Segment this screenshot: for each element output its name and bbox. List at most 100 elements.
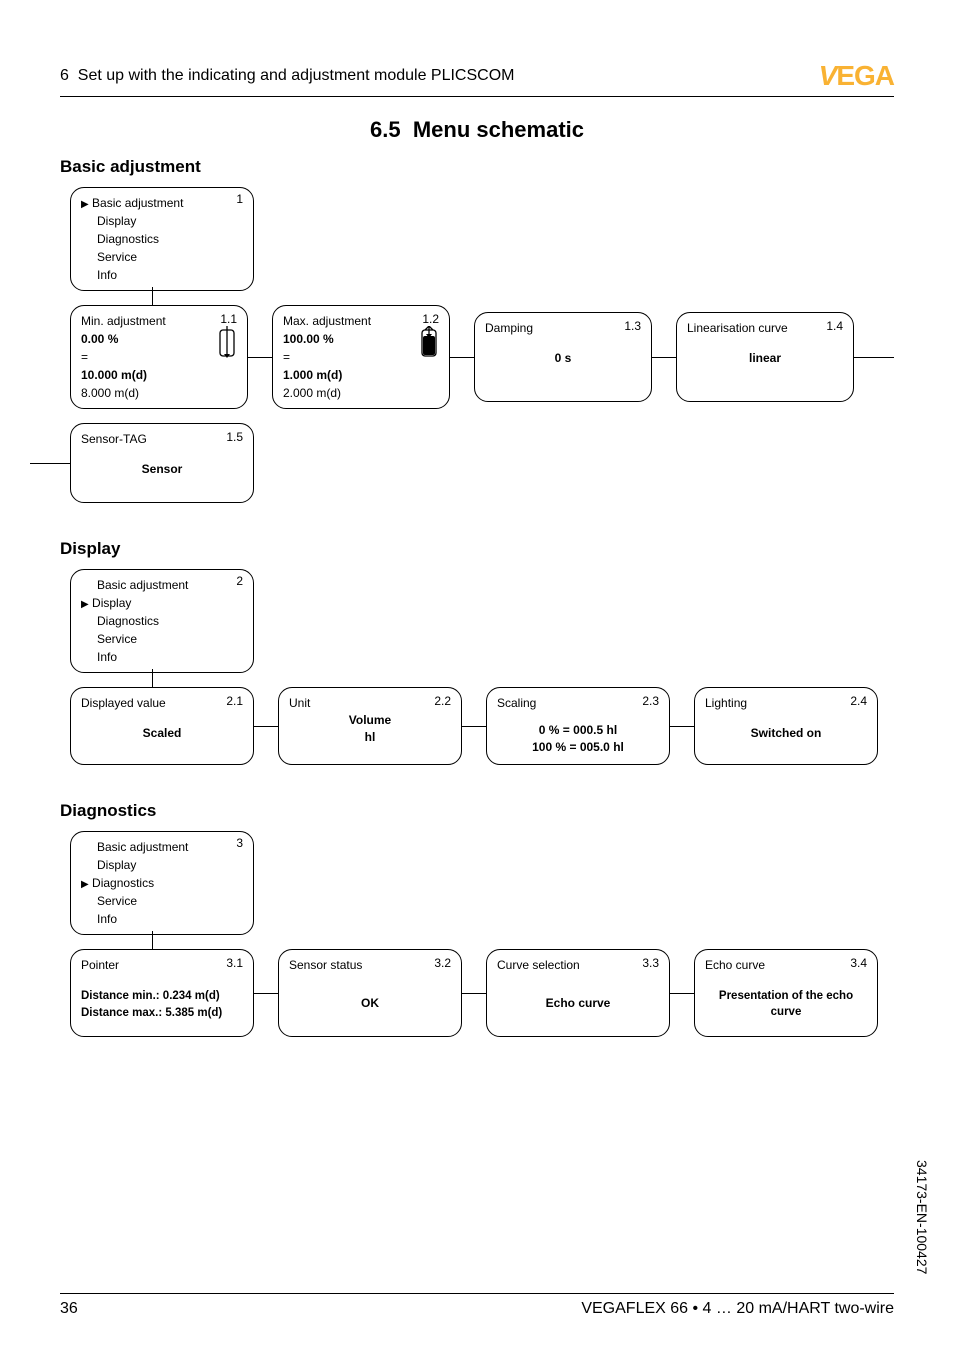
box-line2: 100 % = 005.0 hl [497, 739, 659, 756]
box-echo-curve: 3.4 Echo curve Presentation of the echo … [694, 949, 878, 1037]
box-number: 3.1 [226, 954, 243, 972]
box-displayed-value: 2.1 Displayed value Scaled [70, 687, 254, 765]
connector-line [462, 993, 486, 994]
display-row: 2.1 Displayed value Scaled 2.2 Unit Volu… [70, 687, 894, 765]
section-title: 6.5 Menu schematic [60, 117, 894, 143]
box-number: 2.3 [642, 692, 659, 710]
box-line1: Distance min.: 0.234 m(d) [81, 988, 243, 1005]
tank-empty-icon [217, 326, 237, 360]
connector-line [254, 993, 278, 994]
box-number: 1.3 [624, 317, 641, 335]
box-title: Scaling [497, 694, 659, 712]
display-heading: Display [60, 539, 894, 559]
menu-item: Diagnostics [97, 614, 159, 628]
menu-item: Info [97, 268, 117, 282]
box-extra: 2.000 m(d) [283, 384, 439, 402]
page-header: 6 Set up with the indicating and adjustm… [60, 60, 894, 97]
box-scaling: 2.3 Scaling 0 % = 000.5 hl 100 % = 005.0… [486, 687, 670, 765]
menu-root-basic: 1 Basic adjustment Display Diagnostics S… [70, 187, 254, 291]
logo-rest: EGA [836, 60, 894, 92]
box-line2: Distance max.: 5.385 m(d) [81, 1005, 243, 1022]
box-percent: 100.00 % [283, 330, 439, 348]
box-value: Echo curve [497, 994, 659, 1012]
box-number: 2.4 [850, 692, 867, 710]
menu-item: Display [92, 596, 131, 610]
tank-full-icon [419, 326, 439, 360]
menu-root-diagnostics: 3 Basic adjustment Display Diagnostics S… [70, 831, 254, 935]
box-number: 1.5 [226, 428, 243, 446]
connector-line [30, 463, 70, 464]
connector-line [450, 357, 474, 358]
diagnostics-heading: Diagnostics [60, 801, 894, 821]
connector-line [670, 726, 694, 727]
box-title: Displayed value [81, 694, 243, 712]
box-value: linear [687, 349, 843, 367]
box-title: Min. adjustment [81, 312, 237, 330]
connector-line [652, 357, 676, 358]
box-title: Curve selection [497, 956, 659, 974]
group-diagnostics: Diagnostics 3 Basic adjustment Display D… [60, 801, 894, 1037]
box-unit: 2.2 Unit Volume hl [278, 687, 462, 765]
box-value: 10.000 m(d) [81, 366, 237, 384]
box-number: 1.4 [826, 317, 843, 335]
logo-v: V [819, 60, 836, 92]
box-pointer: 3.1 Pointer Distance min.: 0.234 m(d) Di… [70, 949, 254, 1037]
box-line2: curve [705, 1004, 867, 1020]
box-value: 0 s [485, 349, 641, 367]
vega-logo-icon: VEGA [819, 60, 894, 92]
box-number: 2.1 [226, 692, 243, 710]
box-damping: 1.3 Damping 0 s [474, 312, 652, 402]
basic-row-2: 1.5 Sensor-TAG Sensor [60, 423, 894, 503]
box-max-adjustment: 1.2 Max. adjustment 100.00 % = 1.000 m(d… [272, 305, 450, 409]
box-eq: = [283, 348, 439, 366]
menu-item: Service [97, 632, 137, 646]
section-number: 6.5 [370, 117, 401, 142]
menu-list: Basic adjustment Display Diagnostics Ser… [81, 194, 243, 284]
chapter-text: Set up with the indicating and adjustmen… [78, 67, 515, 84]
box-lighting: 2.4 Lighting Switched on [694, 687, 878, 765]
box-line1: 0 % = 000.5 hl [497, 722, 659, 739]
basic-heading: Basic adjustment [60, 157, 894, 177]
box-sensor-status: 3.2 Sensor status OK [278, 949, 462, 1037]
basic-row-1: 1.1 Min. adjustment 0.00 % = 10.000 m(d)… [70, 305, 894, 409]
marker-icon [81, 876, 89, 890]
menu-item: Display [97, 214, 136, 228]
menu-item: Diagnostics [92, 876, 154, 890]
marker-icon [81, 596, 89, 610]
marker-icon [81, 196, 89, 210]
box-title: Unit [289, 694, 451, 712]
chapter-title: 6 Set up with the indicating and adjustm… [60, 67, 514, 85]
box-title: Damping [485, 319, 641, 337]
connector-line [152, 287, 153, 307]
menu-item: Basic adjustment [97, 578, 188, 592]
menu-number: 2 [236, 574, 243, 588]
menu-item: Basic adjustment [97, 840, 188, 854]
box-title: Echo curve [705, 956, 867, 974]
box-value: 1.000 m(d) [283, 366, 439, 384]
box-number: 3.2 [434, 954, 451, 972]
menu-item: Info [97, 912, 117, 926]
box-value: OK [289, 994, 451, 1012]
section-text: Menu schematic [413, 117, 584, 142]
menu-number: 1 [236, 192, 243, 206]
menu-item: Info [97, 650, 117, 664]
side-doc-id: 34173-EN-100427 [914, 1160, 930, 1274]
box-title: Pointer [81, 956, 243, 974]
menu-list: Basic adjustment Display Diagnostics Ser… [81, 838, 243, 928]
connector-line [152, 931, 153, 951]
page-number: 36 [60, 1300, 78, 1318]
box-title: Sensor status [289, 956, 451, 974]
box-value: Switched on [705, 724, 867, 742]
menu-number: 3 [236, 836, 243, 850]
box-min-adjustment: 1.1 Min. adjustment 0.00 % = 10.000 m(d)… [70, 305, 248, 409]
box-value: Scaled [81, 724, 243, 742]
connector-line [670, 993, 694, 994]
box-title: Linearisation curve [687, 319, 843, 337]
box-title: Max. adjustment [283, 312, 439, 330]
box-line1: Volume [289, 712, 451, 729]
box-percent: 0.00 % [81, 330, 237, 348]
chapter-number: 6 [60, 67, 69, 84]
box-value: Sensor [81, 460, 243, 478]
menu-item: Service [97, 250, 137, 264]
box-title: Lighting [705, 694, 867, 712]
